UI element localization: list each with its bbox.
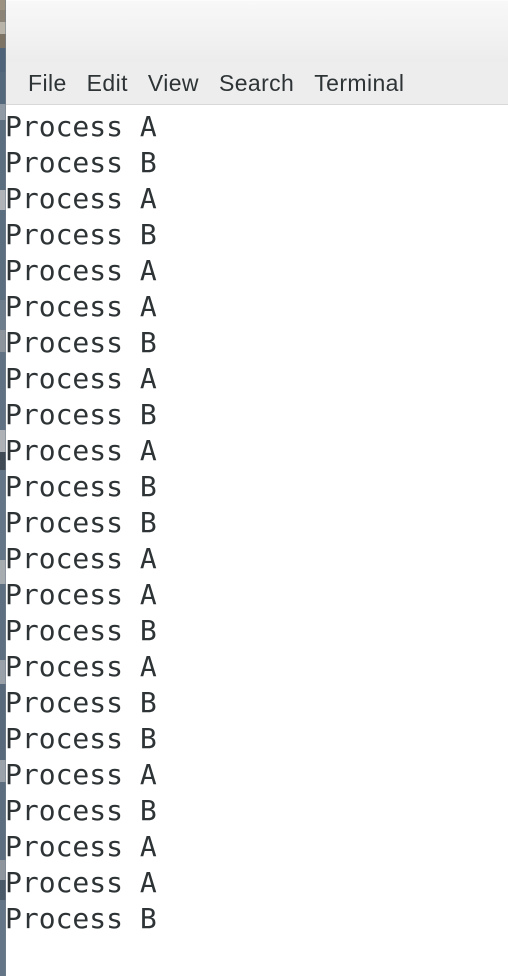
menu-item-search[interactable]: Search [209,67,304,100]
terminal-line: Process A [6,110,157,143]
terminal-line: Process A [6,182,157,215]
terminal-line: Process A [6,758,157,791]
menu-item-edit[interactable]: Edit [77,67,138,100]
terminal-line: Process B [6,218,157,251]
terminal-line: Process B [6,614,157,647]
terminal-line: Process A [6,542,157,575]
terminal-line: Process B [6,794,157,827]
menu-item-terminal[interactable]: Terminal [304,67,414,100]
terminal-line: Process A [6,650,157,683]
terminal-line: Process B [6,722,157,755]
terminal-line: Process B [6,506,157,539]
terminal-line: Process B [6,146,157,179]
background-window-edge-line [5,0,6,976]
terminal-line: Process A [6,362,157,395]
terminal-line: Process A [6,866,157,899]
terminal-line: Process A [6,254,157,287]
background-window-edge-sliver[interactable] [0,0,6,976]
terminal-line: Process B [6,902,157,935]
terminal-line: Process A [6,434,157,467]
menu-item-file[interactable]: File [18,67,77,100]
terminal-line: Process B [6,686,157,719]
terminal-window: File Edit View Search Terminal Process A… [0,0,508,976]
menu-item-view[interactable]: View [138,67,209,100]
terminal-line: Process A [6,830,157,863]
title-bar[interactable] [6,0,508,62]
terminal-output-area[interactable]: Process A Process B Process A Process B … [6,106,508,976]
terminal-line: Process B [6,326,157,359]
menu-bar: File Edit View Search Terminal [6,62,508,105]
terminal-line: Process B [6,470,157,503]
terminal-line: Process B [6,398,157,431]
terminal-line: Process A [6,578,157,611]
terminal-line: Process A [6,290,157,323]
